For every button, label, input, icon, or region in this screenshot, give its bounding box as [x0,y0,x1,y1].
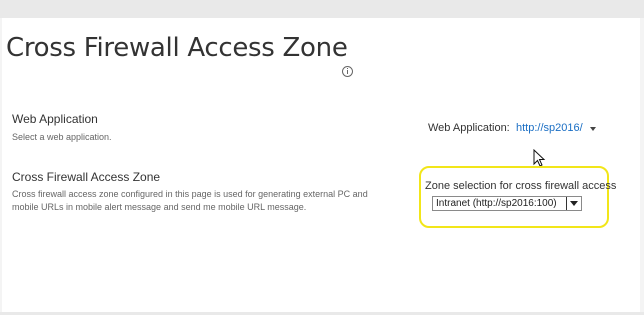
web-application-section-title: Web Application [12,112,98,126]
page-title: Cross Firewall Access Zone [6,33,348,63]
web-application-section-description: Select a web application. [12,132,112,142]
zone-section-description: Cross firewall access zone configured in… [12,189,368,212]
info-icon[interactable] [342,66,353,77]
chevron-down-icon[interactable] [566,197,581,210]
web-application-selector-label: Web Application: [428,122,510,134]
caret-down-icon[interactable] [590,127,596,131]
zone-select-value: Intranet (http://sp2016:100) [436,198,557,209]
zone-select[interactable]: Intranet (http://sp2016:100) [432,196,582,211]
mouse-cursor-icon [533,149,546,167]
zone-section-title: Cross Firewall Access Zone [12,170,161,184]
web-application-selector[interactable]: http://sp2016/ [516,122,583,134]
zone-selector-label: Zone selection for cross firewall access [425,180,617,192]
top-bar [0,0,644,18]
